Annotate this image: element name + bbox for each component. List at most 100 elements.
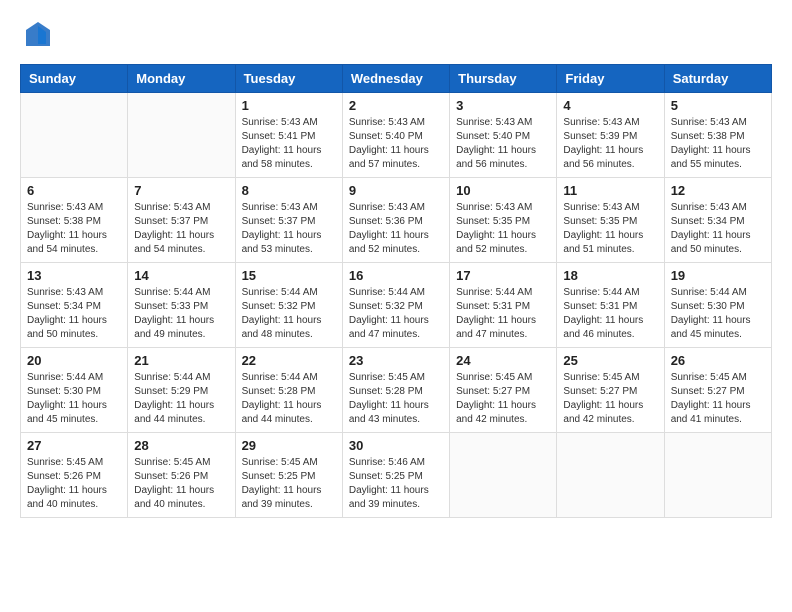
calendar-cell: 12 Sunrise: 5:43 AM Sunset: 5:34 PM Dayli…: [664, 178, 771, 263]
day-of-week-header: Monday: [128, 65, 235, 93]
day-number: 10: [456, 183, 550, 198]
calendar-table: SundayMondayTuesdayWednesdayThursdayFrid…: [20, 64, 772, 518]
calendar-week-row: 1 Sunrise: 5:43 AM Sunset: 5:41 PM Daylig…: [21, 93, 772, 178]
day-number: 30: [349, 438, 443, 453]
calendar-cell: 19 Sunrise: 5:44 AM Sunset: 5:30 PM Dayli…: [664, 263, 771, 348]
day-number: 18: [563, 268, 657, 283]
calendar-cell: 27 Sunrise: 5:45 AM Sunset: 5:26 PM Dayli…: [21, 433, 128, 518]
day-info: Sunrise: 5:44 AM Sunset: 5:31 PM Dayligh…: [456, 286, 550, 342]
day-info: Sunrise: 5:43 AM Sunset: 5:41 PM Dayligh…: [242, 116, 336, 172]
day-number: 28: [134, 438, 228, 453]
page-header: [20, 20, 772, 48]
calendar-cell: [557, 433, 664, 518]
calendar-cell: 28 Sunrise: 5:45 AM Sunset: 5:26 PM Dayli…: [128, 433, 235, 518]
calendar-cell: 5 Sunrise: 5:43 AM Sunset: 5:38 PM Daylig…: [664, 93, 771, 178]
calendar-cell: 6Sunrise: 5:43 AM Sunset: 5:38 PM Daylig…: [21, 178, 128, 263]
day-info: Sunrise: 5:43 AM Sunset: 5:36 PM Dayligh…: [349, 201, 443, 257]
day-of-week-header: Sunday: [21, 65, 128, 93]
day-number: 24: [456, 353, 550, 368]
day-of-week-header: Friday: [557, 65, 664, 93]
logo: [20, 20, 52, 48]
day-number: 2: [349, 98, 443, 113]
day-number: 1: [242, 98, 336, 113]
day-number: 11: [563, 183, 657, 198]
day-info: Sunrise: 5:44 AM Sunset: 5:32 PM Dayligh…: [242, 286, 336, 342]
day-number: 5: [671, 98, 765, 113]
day-info: Sunrise: 5:45 AM Sunset: 5:27 PM Dayligh…: [563, 371, 657, 427]
day-info: Sunrise: 5:43 AM Sunset: 5:40 PM Dayligh…: [456, 116, 550, 172]
day-number: 21: [134, 353, 228, 368]
day-info: Sunrise: 5:44 AM Sunset: 5:30 PM Dayligh…: [27, 371, 121, 427]
day-info: Sunrise: 5:43 AM Sunset: 5:34 PM Dayligh…: [27, 286, 121, 342]
day-info: Sunrise: 5:43 AM Sunset: 5:37 PM Dayligh…: [134, 201, 228, 257]
day-number: 8: [242, 183, 336, 198]
calendar-cell: 21 Sunrise: 5:44 AM Sunset: 5:29 PM Dayli…: [128, 348, 235, 433]
day-info: Sunrise: 5:45 AM Sunset: 5:26 PM Dayligh…: [134, 456, 228, 512]
calendar-cell: 11 Sunrise: 5:43 AM Sunset: 5:35 PM Dayli…: [557, 178, 664, 263]
calendar-cell: 16 Sunrise: 5:44 AM Sunset: 5:32 PM Dayli…: [342, 263, 449, 348]
calendar-cell: 9 Sunrise: 5:43 AM Sunset: 5:36 PM Daylig…: [342, 178, 449, 263]
day-number: 17: [456, 268, 550, 283]
calendar-cell: 25 Sunrise: 5:45 AM Sunset: 5:27 PM Dayli…: [557, 348, 664, 433]
calendar-cell: 24Sunrise: 5:45 AM Sunset: 5:27 PM Dayli…: [450, 348, 557, 433]
calendar-cell: 22 Sunrise: 5:44 AM Sunset: 5:28 PM Dayli…: [235, 348, 342, 433]
day-info: Sunrise: 5:43 AM Sunset: 5:35 PM Dayligh…: [563, 201, 657, 257]
day-info: Sunrise: 5:44 AM Sunset: 5:33 PM Dayligh…: [134, 286, 228, 342]
day-info: Sunrise: 5:43 AM Sunset: 5:40 PM Dayligh…: [349, 116, 443, 172]
day-number: 16: [349, 268, 443, 283]
day-number: 14: [134, 268, 228, 283]
calendar-cell: [128, 93, 235, 178]
day-number: 3: [456, 98, 550, 113]
day-info: Sunrise: 5:43 AM Sunset: 5:37 PM Dayligh…: [242, 201, 336, 257]
day-of-week-header: Saturday: [664, 65, 771, 93]
calendar-cell: 20 Sunrise: 5:44 AM Sunset: 5:30 PM Dayli…: [21, 348, 128, 433]
calendar-cell: 13 Sunrise: 5:43 AM Sunset: 5:34 PM Dayli…: [21, 263, 128, 348]
day-number: 20: [27, 353, 121, 368]
calendar-cell: 1 Sunrise: 5:43 AM Sunset: 5:41 PM Daylig…: [235, 93, 342, 178]
day-info: Sunrise: 5:45 AM Sunset: 5:26 PM Dayligh…: [27, 456, 121, 512]
calendar-cell: 10Sunrise: 5:43 AM Sunset: 5:35 PM Dayli…: [450, 178, 557, 263]
calendar-cell: [450, 433, 557, 518]
day-number: 19: [671, 268, 765, 283]
calendar-cell: [664, 433, 771, 518]
calendar-cell: 7Sunrise: 5:43 AM Sunset: 5:37 PM Daylig…: [128, 178, 235, 263]
day-info: Sunrise: 5:44 AM Sunset: 5:32 PM Dayligh…: [349, 286, 443, 342]
day-number: 25: [563, 353, 657, 368]
calendar-cell: 30Sunrise: 5:46 AM Sunset: 5:25 PM Dayli…: [342, 433, 449, 518]
day-number: 22: [242, 353, 336, 368]
day-of-week-header: Thursday: [450, 65, 557, 93]
calendar-cell: 17 Sunrise: 5:44 AM Sunset: 5:31 PM Dayli…: [450, 263, 557, 348]
calendar-week-row: 27 Sunrise: 5:45 AM Sunset: 5:26 PM Dayli…: [21, 433, 772, 518]
day-number: 9: [349, 183, 443, 198]
day-number: 23: [349, 353, 443, 368]
day-number: 26: [671, 353, 765, 368]
calendar-cell: [21, 93, 128, 178]
day-info: Sunrise: 5:43 AM Sunset: 5:38 PM Dayligh…: [671, 116, 765, 172]
day-info: Sunrise: 5:44 AM Sunset: 5:28 PM Dayligh…: [242, 371, 336, 427]
calendar-cell: 23Sunrise: 5:45 AM Sunset: 5:28 PM Dayli…: [342, 348, 449, 433]
calendar-cell: 29Sunrise: 5:45 AM Sunset: 5:25 PM Dayli…: [235, 433, 342, 518]
calendar-header-row: SundayMondayTuesdayWednesdayThursdayFrid…: [21, 65, 772, 93]
calendar-cell: 8 Sunrise: 5:43 AM Sunset: 5:37 PM Daylig…: [235, 178, 342, 263]
calendar-cell: 15Sunrise: 5:44 AM Sunset: 5:32 PM Dayli…: [235, 263, 342, 348]
calendar-cell: 18 Sunrise: 5:44 AM Sunset: 5:31 PM Dayli…: [557, 263, 664, 348]
calendar-cell: 26 Sunrise: 5:45 AM Sunset: 5:27 PM Dayli…: [664, 348, 771, 433]
calendar-cell: 14 Sunrise: 5:44 AM Sunset: 5:33 PM Dayli…: [128, 263, 235, 348]
calendar-week-row: 13 Sunrise: 5:43 AM Sunset: 5:34 PM Dayli…: [21, 263, 772, 348]
calendar-week-row: 6Sunrise: 5:43 AM Sunset: 5:38 PM Daylig…: [21, 178, 772, 263]
day-info: Sunrise: 5:44 AM Sunset: 5:29 PM Dayligh…: [134, 371, 228, 427]
day-of-week-header: Wednesday: [342, 65, 449, 93]
day-info: Sunrise: 5:44 AM Sunset: 5:31 PM Dayligh…: [563, 286, 657, 342]
day-number: 13: [27, 268, 121, 283]
day-info: Sunrise: 5:45 AM Sunset: 5:27 PM Dayligh…: [671, 371, 765, 427]
calendar-cell: 4 Sunrise: 5:43 AM Sunset: 5:39 PM Daylig…: [557, 93, 664, 178]
day-number: 27: [27, 438, 121, 453]
day-number: 12: [671, 183, 765, 198]
calendar-cell: 3 Sunrise: 5:43 AM Sunset: 5:40 PM Daylig…: [450, 93, 557, 178]
day-info: Sunrise: 5:43 AM Sunset: 5:34 PM Dayligh…: [671, 201, 765, 257]
day-number: 6: [27, 183, 121, 198]
day-info: Sunrise: 5:43 AM Sunset: 5:39 PM Dayligh…: [563, 116, 657, 172]
day-number: 4: [563, 98, 657, 113]
logo-icon: [24, 20, 52, 48]
day-info: Sunrise: 5:44 AM Sunset: 5:30 PM Dayligh…: [671, 286, 765, 342]
